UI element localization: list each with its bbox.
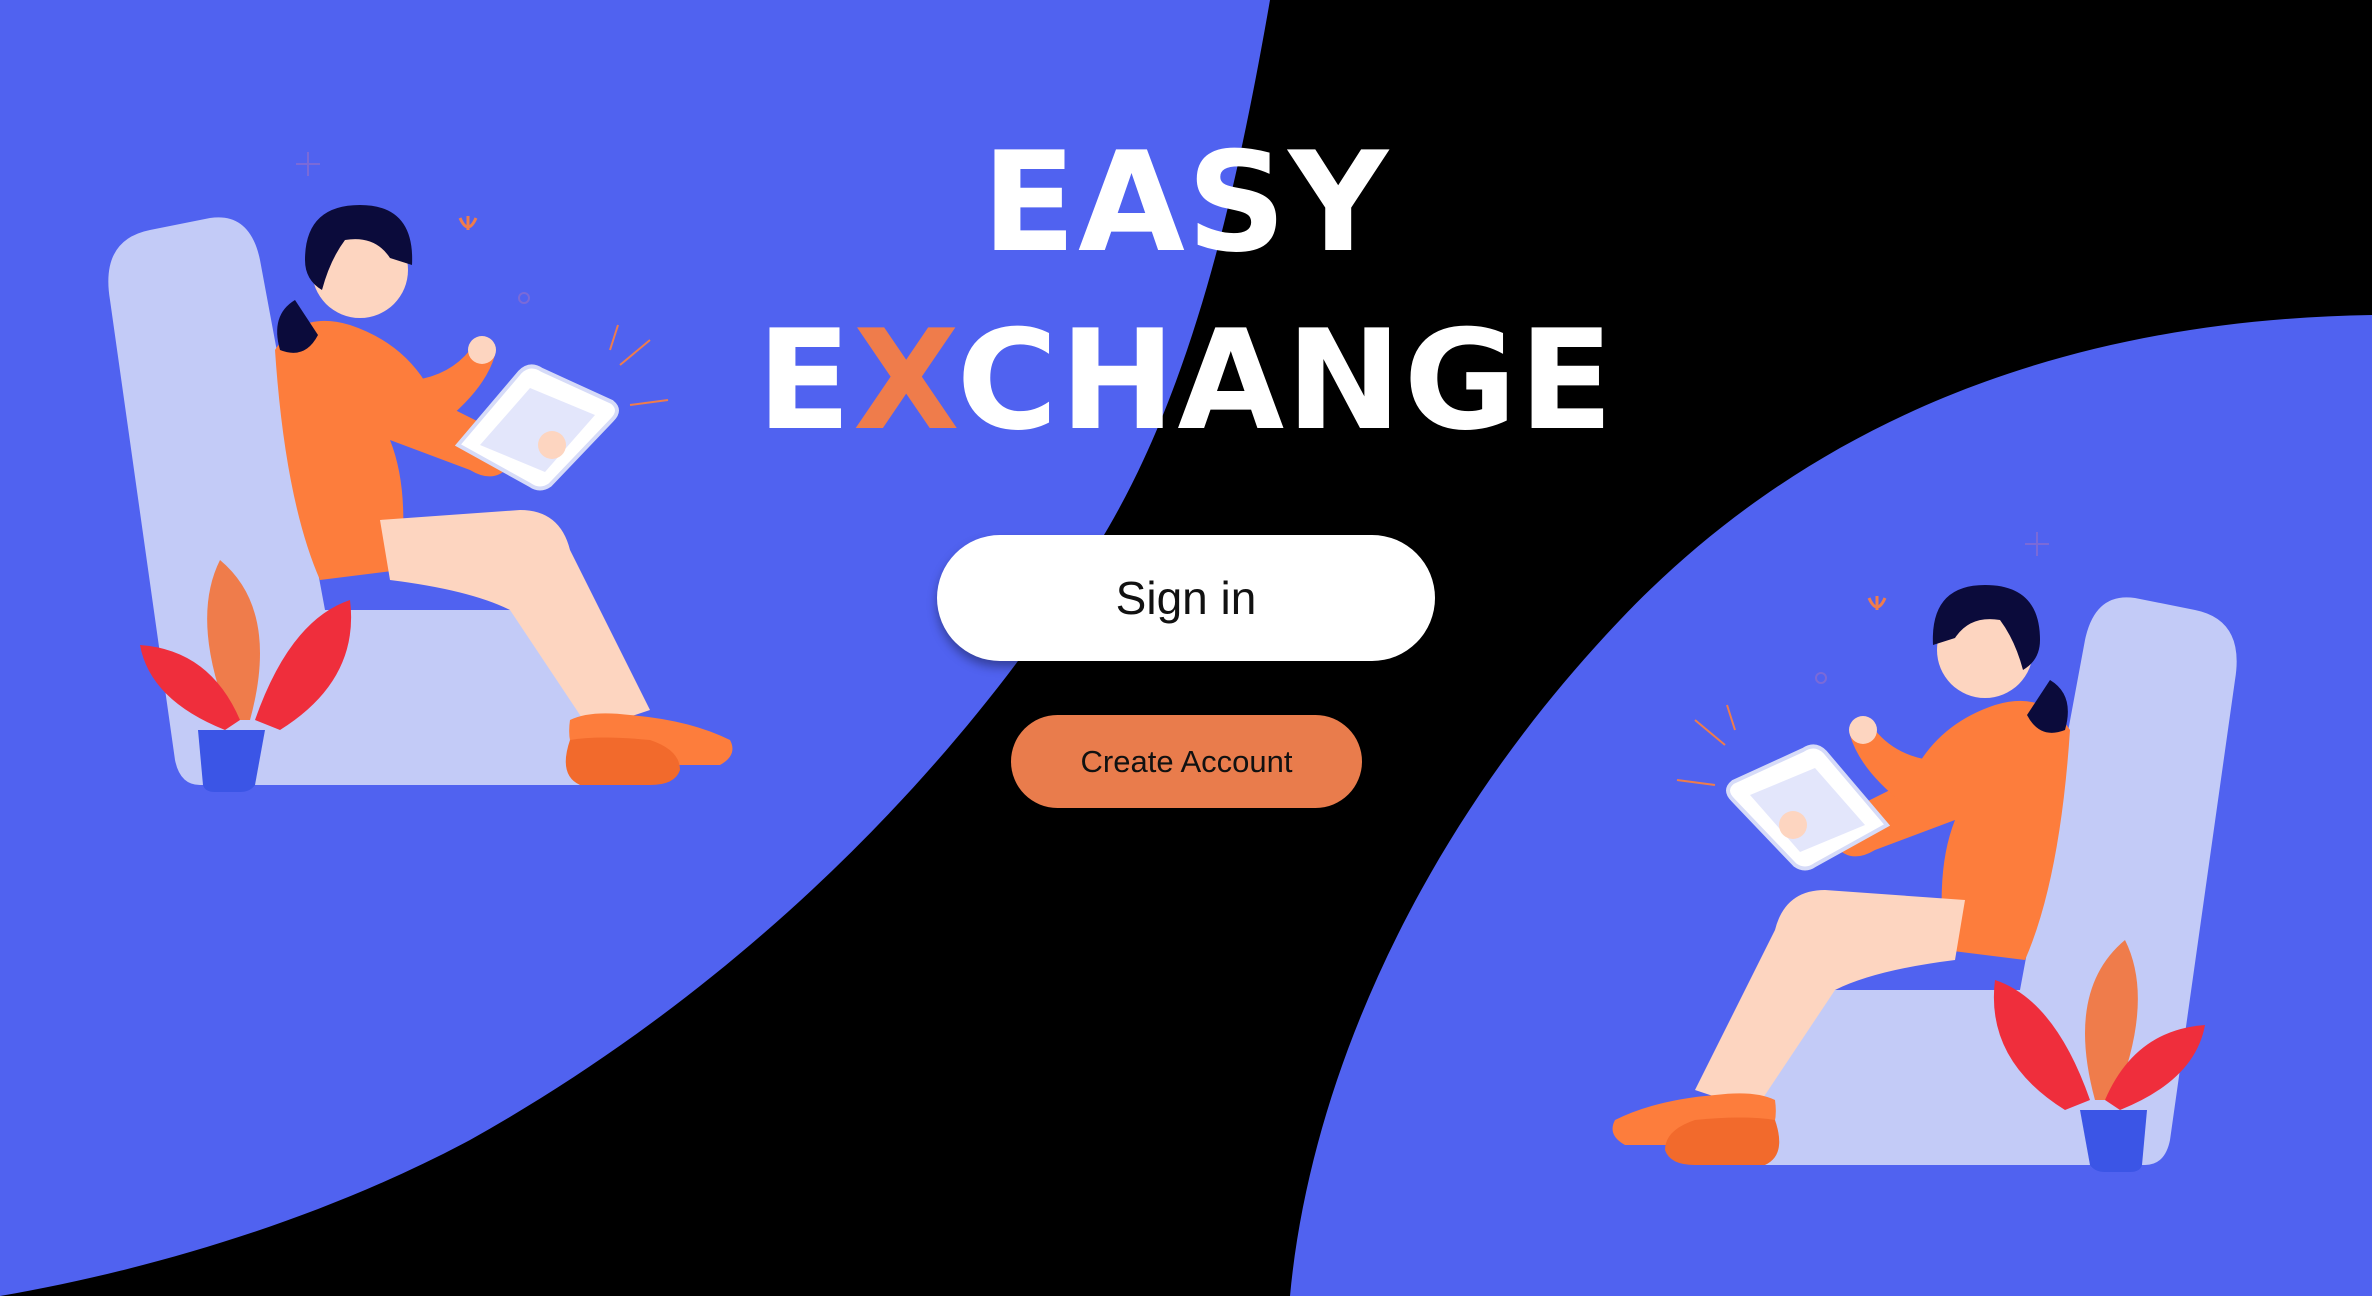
title-e: E	[756, 300, 854, 461]
app-title-line-2: EXCHANGE	[0, 306, 2372, 456]
title-easy: EASY	[981, 122, 1391, 283]
title-change: CHANGE	[956, 300, 1616, 461]
app-title-line-1: EASY	[0, 128, 2372, 278]
sign-in-button[interactable]: Sign in	[937, 535, 1435, 661]
landing-screen: EASY EXCHANGE Sign in Create Account	[0, 0, 2372, 1296]
create-account-button[interactable]: Create Account	[1011, 715, 1362, 808]
right-woman-illustration	[1612, 532, 2237, 1172]
title-x-accent: X	[853, 300, 957, 461]
